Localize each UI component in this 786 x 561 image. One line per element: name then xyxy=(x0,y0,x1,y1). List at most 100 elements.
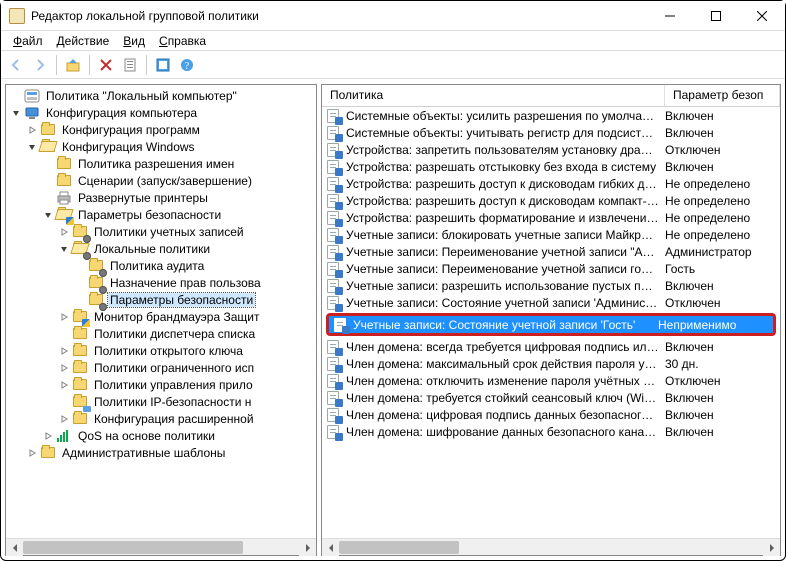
scroll-right-icon[interactable] xyxy=(763,539,780,556)
tree-item-label: Параметры безопасности xyxy=(76,208,223,222)
tree-item[interactable]: Конфигурация программ xyxy=(6,121,316,138)
folder-icon xyxy=(56,173,72,189)
tree-item[interactable]: Политика аудита xyxy=(6,257,316,274)
tree-item[interactable]: Локальные политики xyxy=(6,240,316,257)
folder-icon xyxy=(56,156,72,172)
tree-item[interactable]: Назначение прав пользова xyxy=(6,274,316,291)
tree-item[interactable]: Политики учетных записей xyxy=(6,223,316,240)
list-row[interactable]: Член домена: цифровая подпись данных без… xyxy=(322,406,780,423)
policy-value: 30 дн. xyxy=(665,357,780,371)
policy-name: Член домена: отключить изменение пароля … xyxy=(346,374,665,388)
chevron-down-icon[interactable] xyxy=(42,209,54,221)
menu-help[interactable]: Справка xyxy=(153,33,212,49)
list-row[interactable]: Учетные записи: разрешить использование … xyxy=(322,277,780,294)
chevron-right-icon[interactable] xyxy=(58,413,70,425)
back-button[interactable] xyxy=(5,54,27,76)
chevron-right-icon[interactable] xyxy=(58,311,70,323)
folder-icon xyxy=(72,394,88,410)
chevron-down-icon[interactable] xyxy=(26,141,38,153)
tree[interactable]: Политика "Локальный компьютер"Конфигурац… xyxy=(6,85,316,538)
tree-item[interactable]: Конфигурация Windows xyxy=(6,138,316,155)
tree-item[interactable]: Политика разрешения имен xyxy=(6,155,316,172)
policy-value: Отключен xyxy=(665,374,780,388)
scroll-thumb[interactable] xyxy=(339,541,459,554)
tree-item[interactable]: Параметры безопасности xyxy=(6,206,316,223)
close-button[interactable] xyxy=(739,1,785,31)
list-hscroll[interactable] xyxy=(322,538,780,555)
forward-button[interactable] xyxy=(29,54,51,76)
chevron-right-icon[interactable] xyxy=(58,345,70,357)
tree-item[interactable]: Параметры безопасности xyxy=(6,291,316,308)
list-row[interactable]: Системные объекты: усилить разрешения по… xyxy=(322,107,780,124)
folder-icon xyxy=(72,326,88,342)
scroll-thumb[interactable] xyxy=(23,541,243,554)
tree-hscroll[interactable] xyxy=(6,538,316,555)
scroll-left-icon[interactable] xyxy=(322,539,339,556)
list-row[interactable]: Член домена: шифрование данных безопасно… xyxy=(322,423,780,440)
list-row[interactable]: Учетные записи: блокировать учетные запи… xyxy=(322,226,780,243)
menu-view[interactable]: Вид xyxy=(117,33,151,49)
scroll-right-icon[interactable] xyxy=(299,539,316,556)
tree-item-label: Монитор брандмауэра Защит xyxy=(92,310,261,324)
tree-item[interactable]: Политики управления прило xyxy=(6,376,316,393)
list-row[interactable]: Системные объекты: учитывать регистр для… xyxy=(322,124,780,141)
computer-icon xyxy=(24,105,40,121)
help-button[interactable]: ? xyxy=(176,54,198,76)
chevron-right-icon[interactable] xyxy=(58,362,70,374)
list-row[interactable]: Устройства: разрешить доступ к дисковода… xyxy=(322,192,780,209)
chevron-down-icon[interactable] xyxy=(58,243,70,255)
tree-item[interactable]: Развернутые принтеры xyxy=(6,189,316,206)
list-row[interactable]: Член домена: максимальный срок действия … xyxy=(322,355,780,372)
up-button[interactable] xyxy=(62,54,84,76)
tree-item[interactable]: Административные шаблоны xyxy=(6,444,316,461)
menu-file[interactable]: Файл xyxy=(7,33,49,49)
column-policy[interactable]: Политика xyxy=(322,85,665,106)
policy-icon xyxy=(326,142,342,158)
tree-item[interactable]: Политики IP-безопасности н xyxy=(6,393,316,410)
folder-open-icon xyxy=(72,241,88,257)
tree-item[interactable]: QoS на основе политики xyxy=(6,427,316,444)
scroll-left-icon[interactable] xyxy=(6,539,23,556)
list-row[interactable]: Устройства: разрешить форматирование и и… xyxy=(322,209,780,226)
chevron-down-icon[interactable] xyxy=(10,107,22,119)
list-row[interactable]: Член домена: всегда требуется цифровая п… xyxy=(322,338,780,355)
list-row[interactable]: Член домена: требуется стойкий сеансовый… xyxy=(322,389,780,406)
chevron-right-icon[interactable] xyxy=(58,379,70,391)
tree-item[interactable]: Конфигурация расширенной xyxy=(6,410,316,427)
list-row[interactable]: Член домена: отключить изменение пароля … xyxy=(322,372,780,389)
delete-button[interactable] xyxy=(95,54,117,76)
properties-button[interactable] xyxy=(119,54,141,76)
list-row[interactable]: Учетные записи: Переименование учетной з… xyxy=(322,243,780,260)
list-row[interactable]: Устройства: разрешать отстыковку без вхо… xyxy=(322,158,780,175)
column-security[interactable]: Параметр безоп xyxy=(665,85,780,106)
list-body[interactable]: Системные объекты: усилить разрешения по… xyxy=(322,107,780,538)
tree-item[interactable]: Политики открытого ключа xyxy=(6,342,316,359)
policy-icon xyxy=(326,356,342,372)
policy-icon xyxy=(326,278,342,294)
list-row[interactable]: Учетные записи: Переименование учетной з… xyxy=(322,260,780,277)
list-row[interactable]: Устройства: разрешить доступ к дисковода… xyxy=(322,175,780,192)
policy-icon xyxy=(326,125,342,141)
folder-icon xyxy=(40,445,56,461)
tree-item[interactable]: Политика "Локальный компьютер" xyxy=(6,87,316,104)
tree-item[interactable]: Политики ограниченного исп xyxy=(6,359,316,376)
refresh-button[interactable] xyxy=(152,54,174,76)
app-icon xyxy=(9,8,25,24)
maximize-button[interactable] xyxy=(693,1,739,31)
list-header: Политика Параметр безоп xyxy=(322,85,780,107)
folder-open-icon xyxy=(56,207,72,223)
tree-item[interactable]: Политики диспетчера списка xyxy=(6,325,316,342)
menu-action[interactable]: Действие xyxy=(51,33,116,49)
minimize-button[interactable] xyxy=(647,1,693,31)
tree-item[interactable]: Конфигурация компьютера xyxy=(6,104,316,121)
tree-item[interactable]: Монитор брандмауэра Защит xyxy=(6,308,316,325)
chevron-right-icon[interactable] xyxy=(26,124,38,136)
list-row[interactable]: Учетные записи: Состояние учетной записи… xyxy=(322,294,780,311)
folder-icon xyxy=(72,377,88,393)
chevron-right-icon[interactable] xyxy=(58,226,70,238)
list-row[interactable]: Устройства: запретить пользователям уста… xyxy=(322,141,780,158)
tree-item[interactable]: Сценарии (запуск/завершение) xyxy=(6,172,316,189)
chevron-right-icon[interactable] xyxy=(26,447,38,459)
chevron-right-icon[interactable] xyxy=(42,430,54,442)
list-row[interactable]: Учетные записи: Состояние учетной записи… xyxy=(329,316,773,333)
